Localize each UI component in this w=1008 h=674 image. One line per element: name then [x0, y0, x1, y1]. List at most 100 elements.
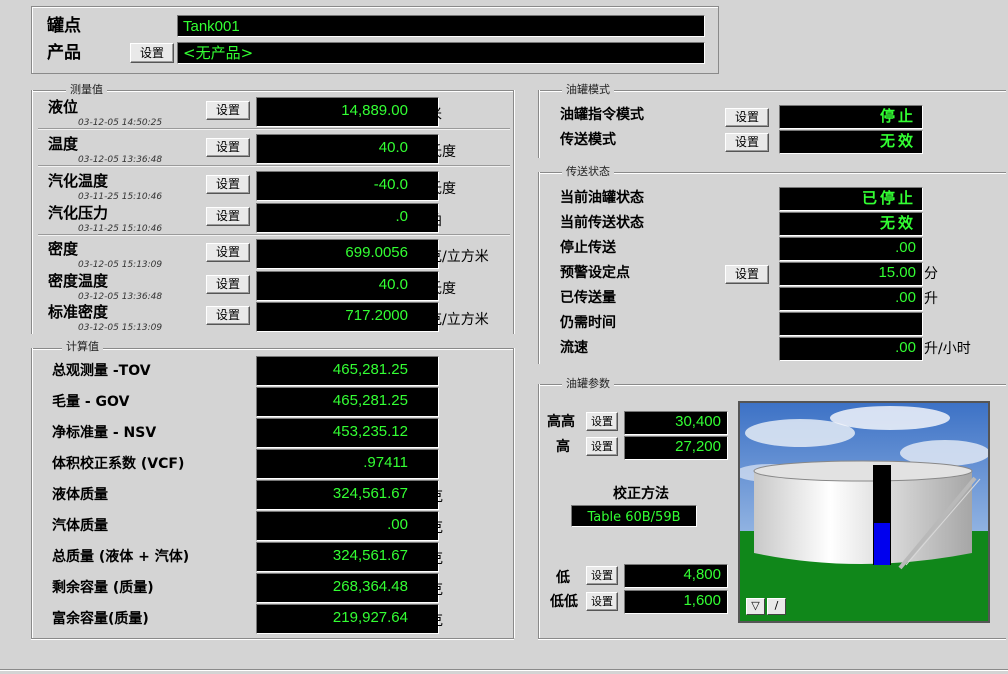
calc-unit: 千克 [415, 582, 443, 598]
calc-value: 324,561.67 [256, 480, 439, 510]
window-bottom-edge [0, 669, 1008, 671]
transfer-set-button[interactable]: 设置 [725, 265, 769, 284]
measure-set-button[interactable]: 设置 [206, 243, 250, 262]
transfer-value [779, 312, 923, 336]
measure-value: 14,889.00 [256, 97, 439, 127]
calibration-value: Table 60B/59B [571, 505, 697, 527]
mode-transfer-value: 无效 [779, 130, 923, 154]
calc-label: 汽体质量 [52, 518, 108, 534]
tank-roof [753, 460, 973, 482]
ll-set-button[interactable]: 设置 [586, 592, 618, 611]
measure-timestamp: 03-12-05 13:36:48 [78, 292, 163, 302]
measure-set-button[interactable]: 设置 [206, 306, 250, 325]
measure-label: 液位 [48, 98, 79, 116]
calc-value: 465,281.25 [256, 387, 439, 417]
transfer-label: 当前油罐状态 [560, 190, 644, 206]
transfer-label: 预警设定点 [560, 265, 630, 281]
calc-label: 净标准量 - NSV [52, 425, 157, 441]
transfer-title: 传送状态 [562, 166, 614, 178]
calc-title: 计算值 [62, 341, 103, 353]
product-value[interactable]: <无产品> [177, 42, 705, 64]
mode-cmd-label: 油罐指令模式 [560, 107, 644, 123]
measure-timestamp: 03-12-05 14:50:25 [78, 118, 163, 128]
calc-frame-bottom [31, 638, 514, 640]
tank-label: 罐点 [47, 16, 81, 36]
measure-frame-right [513, 90, 515, 334]
calc-label: 富余容量(质量) [52, 611, 149, 627]
calc-unit: 千克 [415, 613, 443, 629]
calc-label: 总质量 (液体 + 汽体) [52, 549, 190, 565]
transfer-label: 停止传送 [560, 240, 616, 256]
params-frame-left [538, 384, 540, 638]
tank-value[interactable]: Tank001 [177, 15, 705, 37]
measure-title: 测量值 [66, 84, 107, 96]
calc-unit: 升 [415, 396, 429, 412]
measure-set-button[interactable]: 设置 [206, 101, 250, 120]
measure-set-button[interactable]: 设置 [206, 275, 250, 294]
measure-value: -40.0 [256, 171, 439, 201]
measure-set-button[interactable]: 设置 [206, 207, 250, 226]
measure-set-button[interactable]: 设置 [206, 175, 250, 194]
level-gauge-fill [874, 523, 890, 565]
measure-set-button[interactable]: 设置 [206, 138, 250, 157]
tank-illustration: ▽ / [738, 401, 990, 623]
measure-value: 40.0 [256, 134, 439, 164]
h-label: 高 [556, 439, 570, 455]
l-set-button[interactable]: 设置 [586, 566, 618, 585]
h-value: 27,200 [624, 436, 728, 460]
transfer-label: 当前传送状态 [560, 215, 644, 231]
transfer-value: 已停止 [779, 187, 923, 211]
tank-scene [740, 403, 988, 621]
hh-value: 30,400 [624, 411, 728, 435]
tank-view-down-button[interactable]: ▽ [746, 598, 765, 615]
transfer-value: .00 [779, 337, 923, 361]
calc-label: 毛量 - GOV [52, 394, 130, 410]
ll-value: 1,600 [624, 590, 728, 614]
calc-label: 剩余容量 (质量) [52, 580, 154, 596]
measure-label: 标准密度 [48, 303, 109, 321]
mode-frame-left [538, 90, 540, 158]
ll-label: 低低 [550, 594, 578, 610]
measure-label: 温度 [48, 135, 79, 153]
measure-unit: 摄氏度 [414, 181, 456, 197]
calc-value: 219,927.64 [256, 604, 439, 634]
measure-separator [38, 128, 510, 130]
calc-unit: 升 [415, 427, 429, 443]
transfer-value: 无效 [779, 212, 923, 236]
transfer-unit: 分 [924, 266, 938, 282]
calc-frame-right [513, 348, 515, 638]
l-label: 低 [556, 570, 570, 586]
measure-timestamp: 03-11-25 15:10:46 [78, 192, 163, 202]
calibration-label: 校正方法 [613, 486, 669, 502]
measure-label: 汽化压力 [48, 204, 109, 222]
calibration-value-text: Table 60B/59B [587, 510, 681, 525]
transfer-label: 已传送量 [560, 290, 616, 306]
hh-set-button[interactable]: 设置 [586, 412, 618, 431]
calc-value: 453,235.12 [256, 418, 439, 448]
measure-timestamp: 03-12-05 15:13:09 [78, 323, 163, 333]
cloud [830, 406, 950, 430]
h-set-button[interactable]: 设置 [586, 437, 618, 456]
measure-value: 717.2000 [256, 302, 439, 332]
params-title: 油罐参数 [562, 378, 614, 390]
calc-unit: 升 [415, 365, 429, 381]
hh-label: 高高 [547, 414, 575, 430]
calc-frame-left [31, 348, 33, 638]
params-frame-bottom [538, 638, 1006, 640]
mode-transfer-label: 传送模式 [560, 132, 616, 148]
measure-label: 密度 [48, 240, 79, 258]
tank-view-slash-button[interactable]: / [767, 598, 786, 615]
measure-label: 密度温度 [48, 272, 109, 290]
calc-value: 324,561.67 [256, 542, 439, 572]
measure-label: 汽化温度 [48, 172, 109, 190]
mode-transfer-set-button[interactable]: 设置 [725, 133, 769, 152]
tank-shell [754, 471, 972, 564]
mode-cmd-set-button[interactable]: 设置 [725, 108, 769, 127]
mode-cmd-value: 停止 [779, 105, 923, 129]
calc-unit: 千克 [415, 520, 443, 536]
measure-value: 699.0056 [256, 239, 439, 269]
measure-unit: 千克/立方米 [414, 312, 489, 328]
tank-value-text: Tank001 [183, 18, 240, 35]
measure-unit: 千帕 [414, 213, 442, 229]
product-set-button[interactable]: 设置 [130, 43, 174, 63]
